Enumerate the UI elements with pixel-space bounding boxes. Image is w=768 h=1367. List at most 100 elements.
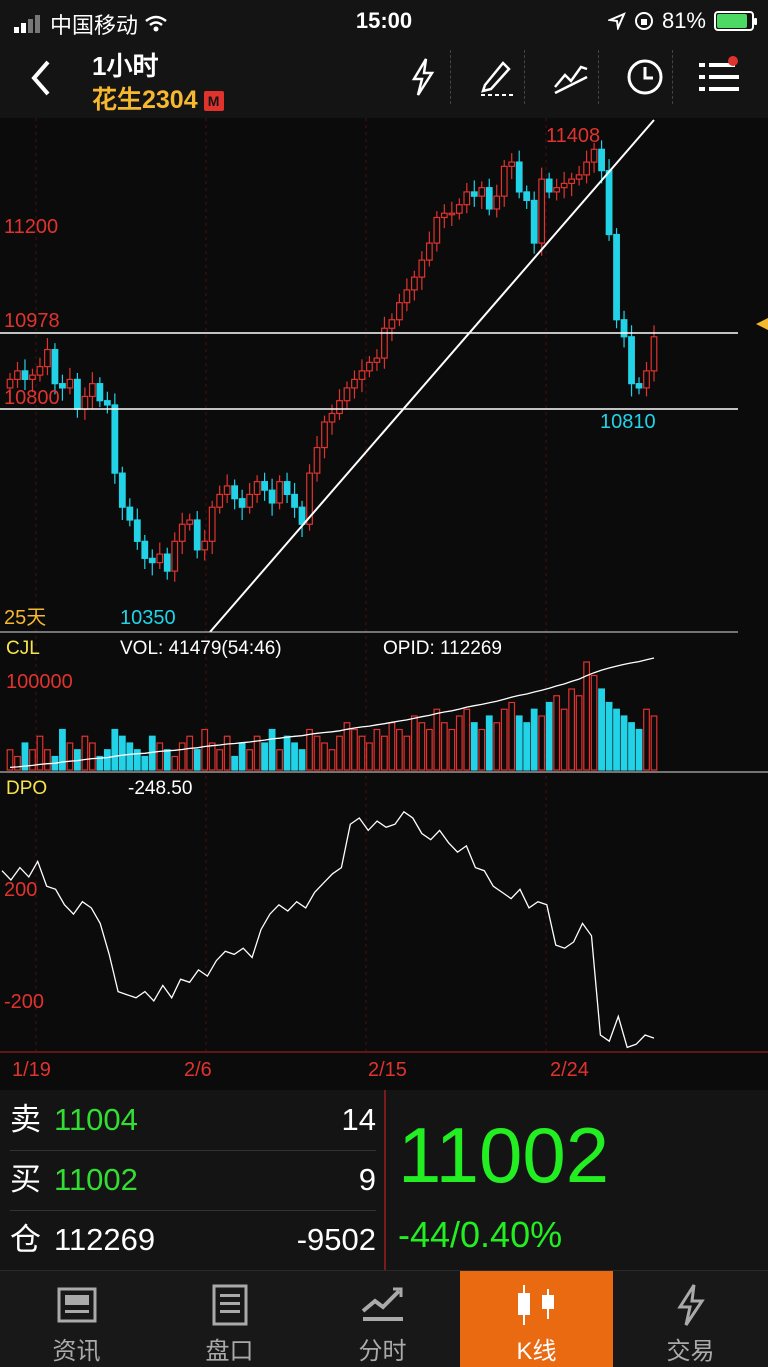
contract-title: 花生2304 M (92, 80, 224, 116)
dpo-value: -248.50 (128, 778, 192, 799)
candle (171, 540, 179, 572)
volume-bar (186, 735, 194, 771)
dpo-panel-name: DPO (6, 778, 47, 799)
candle (358, 370, 366, 380)
volume-bar (493, 722, 501, 771)
candle (81, 395, 89, 410)
candle (485, 187, 493, 210)
volume-bar (470, 722, 478, 771)
buy-row[interactable]: 买 11002 9 (10, 1150, 376, 1211)
tab-timeshare[interactable]: 分时 (306, 1271, 459, 1367)
volume-bar (156, 742, 164, 771)
timeframe-title[interactable]: 1小时 (92, 46, 158, 83)
candle (118, 472, 126, 508)
sell-price: 11004 (54, 1102, 138, 1137)
news-icon (57, 1287, 96, 1323)
draw-button[interactable] (470, 50, 525, 104)
candle (291, 493, 298, 508)
sell-row[interactable]: 卖 11004 14 (10, 1090, 376, 1151)
candle (103, 400, 111, 406)
candle (560, 182, 568, 189)
volume-bar (103, 749, 111, 771)
candle (448, 212, 456, 216)
volume-bar (201, 728, 209, 771)
candles (6, 140, 658, 582)
history-button[interactable] (618, 50, 673, 104)
volume-bar (261, 742, 269, 771)
tab-news[interactable]: 资讯 (0, 1271, 153, 1367)
candle (613, 233, 620, 321)
buy-volume: 9 (358, 1162, 376, 1197)
volume-bar (575, 695, 583, 771)
volume-bar (583, 661, 591, 771)
tab-label: 资讯 (52, 1338, 101, 1365)
candle (583, 161, 591, 176)
candle (276, 481, 283, 504)
period-label: 25天 (4, 607, 46, 629)
candle (523, 191, 531, 202)
candle (635, 383, 643, 389)
candle (478, 187, 486, 197)
volume-bar (246, 749, 254, 771)
candle (148, 557, 156, 564)
clock-icon (627, 59, 663, 95)
tab-orderbook[interactable]: 盘口 (153, 1271, 306, 1367)
notification-dot (728, 56, 738, 66)
menu-button[interactable] (692, 50, 746, 104)
volume-bar (59, 728, 66, 771)
volume-bar (141, 755, 149, 771)
candle (440, 212, 448, 219)
tab-kline[interactable]: K线 (460, 1271, 613, 1367)
candle (425, 242, 433, 261)
candle (133, 519, 141, 542)
candle (21, 370, 29, 380)
volume-bar (485, 715, 493, 771)
back-icon[interactable] (22, 54, 62, 102)
candle (433, 216, 441, 244)
dpo-label-minus200: -200 (4, 991, 44, 1013)
candle (36, 366, 44, 376)
candle (470, 191, 478, 197)
volume-bar (178, 742, 186, 771)
trendline-button[interactable] (544, 50, 599, 104)
candle (590, 148, 598, 163)
tab-trade[interactable]: 交易 (614, 1271, 767, 1367)
candle (298, 506, 306, 525)
tab-label: 交易 (666, 1338, 715, 1365)
candle (216, 493, 224, 508)
volume-bar (193, 749, 201, 771)
orderbook-icon (212, 1284, 247, 1326)
candle (193, 519, 201, 551)
volume-bar (455, 715, 463, 771)
dpo-label-200: 200 (4, 879, 37, 901)
last-price: 11002 (398, 1111, 610, 1199)
volume-bar (508, 701, 516, 771)
volume-bar (29, 749, 36, 771)
lightning-button[interactable] (396, 50, 451, 104)
candle (643, 370, 650, 389)
status-bar: 中国移动 15:00 81% (0, 0, 768, 40)
candle (126, 506, 134, 521)
candle (44, 348, 51, 368)
volume-bar (321, 742, 328, 771)
candle (493, 195, 501, 210)
volume-bar (373, 728, 381, 771)
dpo-line (1, 810, 655, 1049)
volume-bar (66, 742, 74, 771)
candle (141, 540, 149, 559)
volume-bar (433, 708, 441, 771)
volume-bar (238, 742, 246, 771)
candle (14, 370, 21, 380)
volume-readout: VOL: 41479(54:46) (120, 638, 282, 659)
candle (403, 289, 411, 304)
candle (283, 481, 291, 496)
trendline-icon (554, 65, 588, 95)
open-interest-row: 仓 112269 -9502 (10, 1210, 376, 1270)
high-label: 11408 (546, 125, 600, 147)
volume-bar (613, 708, 620, 771)
candle (59, 383, 66, 389)
volume-bar (410, 715, 418, 771)
candle (163, 553, 171, 572)
kline-chart[interactable]: 11200 10978 10800 11408 10350 10810 25天 … (0, 118, 768, 1090)
candle (575, 174, 583, 180)
